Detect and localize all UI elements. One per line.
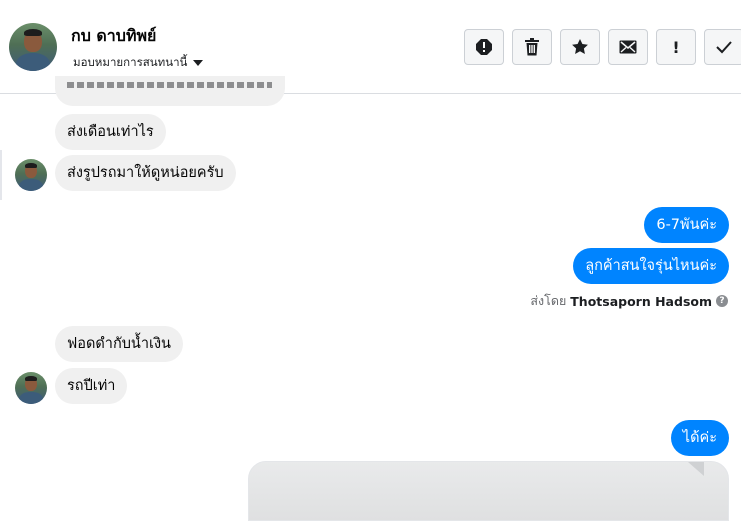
image-fold-corner (688, 462, 704, 476)
sender-avatar (15, 159, 47, 191)
star-button[interactable] (560, 29, 600, 65)
message-bubble-incoming-truncated (55, 76, 285, 106)
trash-icon (525, 38, 539, 56)
delete-button[interactable] (512, 29, 552, 65)
follow-up-button[interactable]: ! (656, 29, 696, 65)
sent-by-name[interactable]: Thotsaporn Hadsom (570, 294, 712, 309)
sent-by-prefix: ส่งโดย (530, 293, 567, 308)
contact-avatar[interactable] (9, 23, 57, 71)
sender-avatar (15, 372, 47, 404)
message-bubble-outgoing: ลูกค้าสนใจรุ่นไหนค่ะ (573, 248, 729, 284)
alert-circle-icon (476, 39, 492, 55)
message-bubble-outgoing: 6-7พันค่ะ (644, 207, 729, 243)
check-icon (716, 41, 732, 54)
message-bubble-incoming: ส่งเดือนเท่าไร (55, 114, 166, 150)
assign-conversation-label: มอบหมายการสนทนานี้ (73, 55, 188, 69)
message-bubble-incoming: ฟอดดำกับน้ำเงิน (55, 326, 183, 362)
star-icon (572, 39, 588, 54)
mark-done-button[interactable] (704, 29, 741, 65)
mark-unread-button[interactable] (608, 29, 648, 65)
contact-name[interactable]: กบ ดาบทิพย์ (71, 24, 156, 49)
message-bubble-incoming: ส่งรูปรถมาให้ดูหน่อยครับ (55, 155, 236, 191)
spam-button[interactable] (464, 29, 504, 65)
caret-down-icon (193, 60, 204, 66)
exclamation-icon: ! (672, 37, 680, 57)
image-attachment[interactable] (248, 461, 729, 521)
scroll-edge (0, 150, 2, 200)
message-bubble-incoming: รถปีเท่า (55, 368, 128, 404)
sent-by-label: ส่งโดย Thotsaporn Hadsom ? (530, 291, 728, 311)
assign-conversation-dropdown[interactable]: มอบหมายการสนทนานี้ (73, 54, 204, 72)
message-bubble-outgoing: ได้ค่ะ (670, 420, 729, 456)
envelope-icon (619, 40, 637, 54)
question-circle-icon[interactable]: ? (716, 295, 728, 307)
